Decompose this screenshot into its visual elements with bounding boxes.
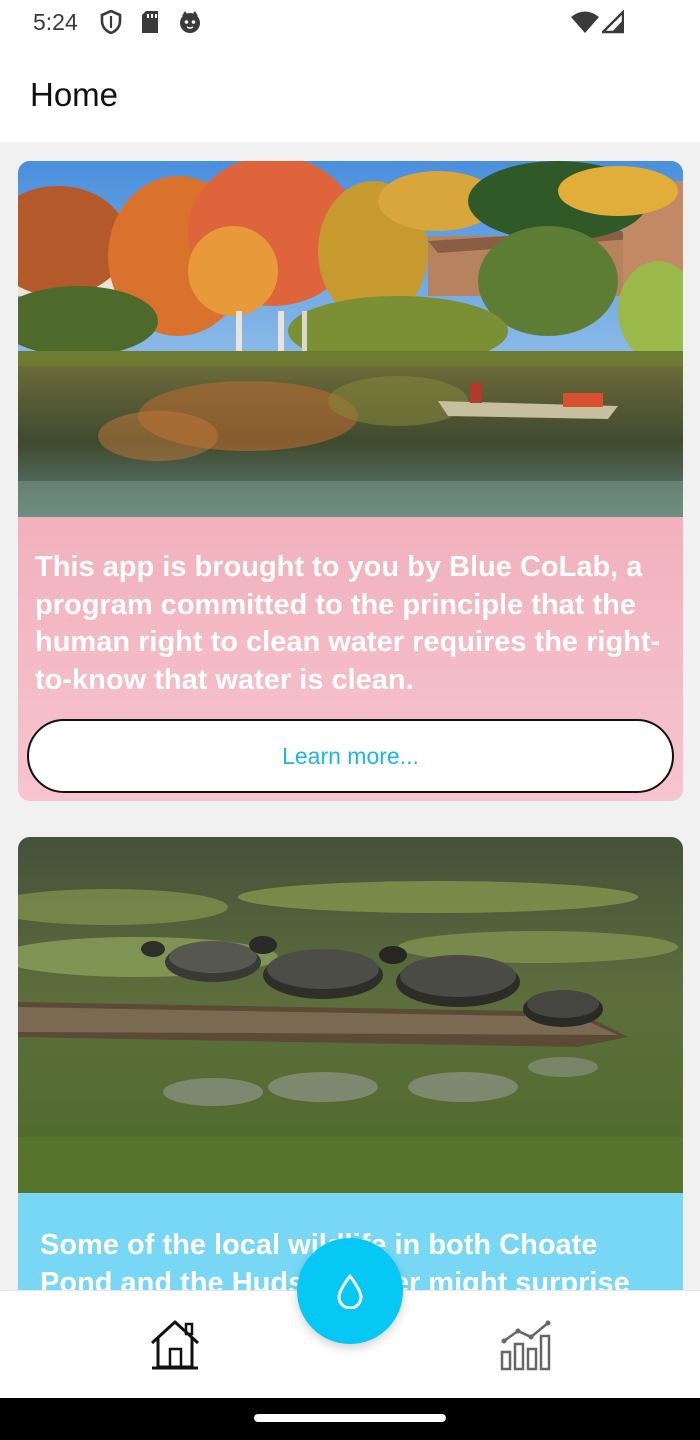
info-card-blue-colab: This app is brought to you by Blue CoLab… [18, 161, 683, 801]
status-bar: 5:24 [0, 0, 700, 46]
wifi-icon [571, 11, 599, 33]
status-time: 5:24 [33, 9, 78, 35]
stats-chart-icon[interactable] [498, 1319, 554, 1373]
signal-icon [602, 10, 624, 34]
home-icon[interactable] [148, 1319, 202, 1371]
app-bar: Home [0, 46, 700, 142]
shield-icon [100, 10, 122, 34]
sd-card-icon [142, 11, 158, 33]
home-content[interactable]: This app is brought to you by Blue CoLab… [0, 142, 700, 1290]
autumn-pond-image [18, 161, 683, 517]
learn-more-button[interactable]: Learn more... [27, 719, 674, 793]
water-quality-fab[interactable] [297, 1238, 403, 1344]
gesture-handle[interactable] [254, 1414, 446, 1422]
info-card-wildlife: Some of the local wildlife in both Choat… [18, 837, 683, 1290]
system-navigation-bar [0, 1398, 700, 1440]
page-title: Home [30, 76, 119, 113]
turtles-image [18, 837, 683, 1193]
water-drop-icon [337, 1274, 363, 1309]
card-text: This app is brought to you by Blue CoLab… [35, 551, 661, 696]
cat-icon [180, 11, 200, 33]
